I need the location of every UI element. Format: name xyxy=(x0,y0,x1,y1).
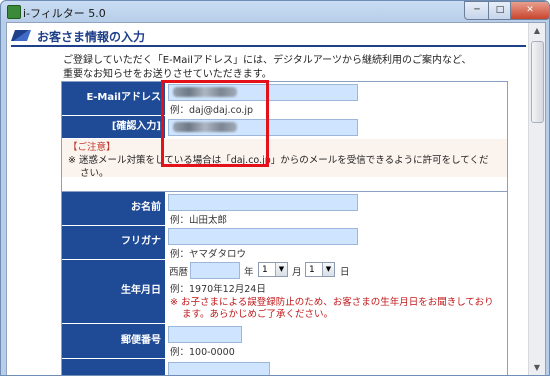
birth-month-select[interactable]: 1 ▼ xyxy=(258,262,288,277)
note-line-2: さい。 xyxy=(80,168,109,179)
note-heading: 【ご注意】 xyxy=(68,142,116,153)
page-title: お客さま情報の入力 xyxy=(37,30,146,44)
day-unit: 日 xyxy=(340,267,350,278)
close-button[interactable]: ✕ xyxy=(510,1,549,20)
birth-row: 生年月日 西暦 年 1 ▼ 月 1 ▼ 日 例：1970年12月24日 ※ お子… xyxy=(62,260,507,324)
page-header: お客さま情報の入力 xyxy=(10,27,526,47)
intro-text: ご登録していただく「E-Mailアドレス」には、デジタルアーツから継続利用のご案… xyxy=(63,54,503,82)
zip-value-cell: 例：100-0000 xyxy=(166,324,507,358)
window-title: i-フィルター 5.0 xyxy=(23,7,106,20)
vertical-scrollbar[interactable]: ▲ ▼ xyxy=(528,23,545,375)
birth-note-line-2: ます。あらかじめご了承ください。 xyxy=(182,309,334,320)
month-value: 1 xyxy=(262,265,268,275)
scroll-thumb[interactable] xyxy=(531,41,544,123)
maximize-button[interactable]: □ xyxy=(488,1,512,20)
form-page: お客さま情報の入力 ご登録していただく「E-Mailアドレス」には、デジタルアー… xyxy=(7,23,528,375)
highlight-box xyxy=(161,80,269,167)
month-unit: 月 xyxy=(292,267,302,278)
next-row-label xyxy=(62,359,165,375)
minimize-button[interactable]: ─ xyxy=(464,1,490,20)
app-window: i-フィルター 5.0 ─ □ ✕ お客さま情報の入力 ご登録していただく「E-… xyxy=(0,0,550,376)
birth-day-select[interactable]: 1 ▼ xyxy=(305,262,335,277)
name-value-cell: 例：山田太郎 xyxy=(166,192,507,226)
scroll-down-arrow-icon[interactable]: ▼ xyxy=(529,360,545,375)
kana-row: フリガナ 例：ヤマダタロウ xyxy=(62,226,507,260)
year-unit: 年 xyxy=(244,267,254,278)
note-line-1: ※ 迷惑メール対策をしている場合は「daj.co.jp」からのメールを受信できる… xyxy=(68,155,489,166)
content-area: お客さま情報の入力 ご登録していただく「E-Mailアドレス」には、デジタルアー… xyxy=(6,22,546,375)
intro-line-2: 重要なお知らせをお送りさせていただきます。 xyxy=(63,69,272,80)
next-input[interactable] xyxy=(168,362,270,375)
zip-label: 郵便番号 xyxy=(62,324,165,358)
chevron-down-icon[interactable]: ▼ xyxy=(275,263,287,276)
day-value: 1 xyxy=(309,265,315,275)
intro-line-1: ご登録していただく「E-Mailアドレス」には、デジタルアーツから継続利用のご案… xyxy=(63,55,472,66)
kana-example: 例：ヤマダタロウ xyxy=(170,249,247,260)
birth-value-cell: 西暦 年 1 ▼ 月 1 ▼ 日 例：1970年12月24日 ※ お子さまによる… xyxy=(166,260,507,323)
chevron-down-icon[interactable]: ▼ xyxy=(322,263,334,276)
header-bar-icon xyxy=(10,30,32,41)
email-note: 【ご注意】 ※ 迷惑メール対策をしている場合は「daj.co.jp」からのメール… xyxy=(62,139,507,179)
name-example: 例：山田太郎 xyxy=(170,215,228,226)
confirm-label: [確認入力] xyxy=(62,116,165,138)
next-row xyxy=(62,359,507,375)
birth-label: 生年月日 xyxy=(62,260,165,323)
next-row-value-cell xyxy=(166,359,507,375)
kana-label: フリガナ xyxy=(62,226,165,259)
zip-row: 郵便番号 例：100-0000 xyxy=(62,324,507,359)
email-form: E-Mailアドレス 例：daj@daj.co.jp [確認入力] 【ご注意】 … xyxy=(61,81,508,205)
kana-value-cell: 例：ヤマダタロウ xyxy=(166,226,507,260)
confirm-row: [確認入力] xyxy=(62,116,507,139)
zip-example: 例：100-0000 xyxy=(170,347,235,358)
kana-input[interactable] xyxy=(168,228,358,245)
app-icon xyxy=(7,5,21,19)
name-label: お名前 xyxy=(62,192,165,225)
name-row: お名前 例：山田太郎 xyxy=(62,192,507,226)
email-label: E-Mailアドレス xyxy=(62,82,165,115)
birth-example: 例：1970年12月24日 xyxy=(170,284,266,295)
scroll-up-arrow-icon[interactable]: ▲ xyxy=(529,23,545,39)
email-row: E-Mailアドレス 例：daj@daj.co.jp xyxy=(62,82,507,116)
birth-year-input[interactable] xyxy=(190,262,240,279)
era-label: 西暦 xyxy=(169,267,189,278)
zip-input[interactable] xyxy=(168,326,242,343)
name-input[interactable] xyxy=(168,194,358,211)
personal-form: お名前 例：山田太郎 フリガナ 例：ヤマダタロウ 生年月日 西暦 年 1 ▼ 月… xyxy=(61,191,508,375)
title-bar: i-フィルター 5.0 ─ □ ✕ xyxy=(1,1,549,22)
